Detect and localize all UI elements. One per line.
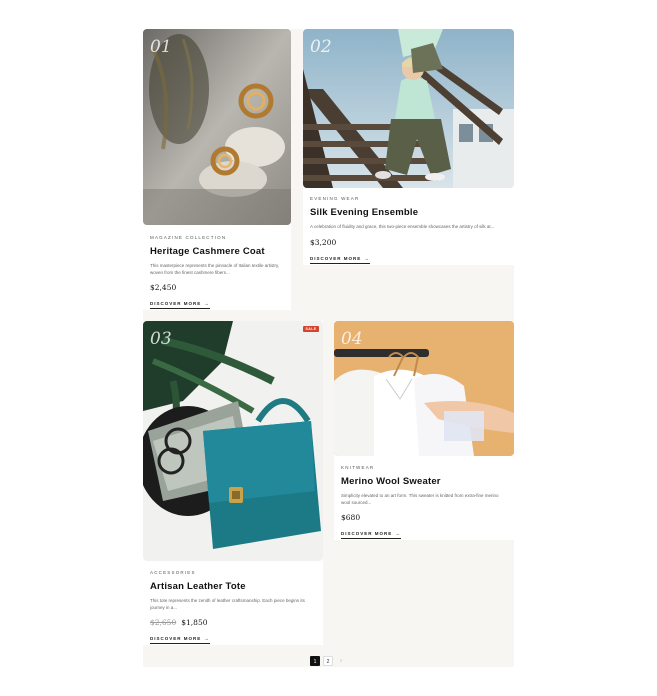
product-image[interactable]: 04 <box>334 321 514 456</box>
product-number: 02 <box>310 37 332 57</box>
arrow-right-icon: → <box>204 301 210 306</box>
product-number: 04 <box>341 329 363 349</box>
arrow-right-icon: → <box>204 636 210 641</box>
page-1-button[interactable]: 1 <box>310 656 320 666</box>
product-description: A celebration of fluidity and grace, thi… <box>310 224 495 229</box>
discover-more-label: Discover More <box>150 301 202 306</box>
product-image[interactable]: 02 <box>303 29 514 188</box>
product-category: Knitwear <box>341 465 375 470</box>
price-current: $680 <box>341 513 361 522</box>
price-original: $2,650 <box>150 618 177 627</box>
product-category: Evening Wear <box>310 196 360 201</box>
product-title[interactable]: Merino Wool Sweater <box>341 476 507 487</box>
product-number: 01 <box>150 37 172 57</box>
discover-more-label: Discover More <box>310 255 362 261</box>
pagination: 1 2 › <box>310 656 346 666</box>
discover-more-link[interactable]: Discover More → <box>150 301 210 309</box>
price-current: $3,200 <box>310 237 337 247</box>
product-price: $680 <box>341 513 507 522</box>
product-description: This masterpiece represents the pinnacle… <box>150 263 280 275</box>
product-image[interactable]: 01 <box>143 29 291 225</box>
product-card[interactable]: 04 Knitwear Merino Wool Sweater Simplici… <box>334 321 514 540</box>
discover-more-label: Discover More <box>341 531 393 536</box>
product-title[interactable]: Silk Evening Ensemble <box>310 207 507 218</box>
product-description: This tote represents the zenith of leath… <box>150 598 305 610</box>
product-category: Accessories <box>150 570 196 575</box>
discover-more-link[interactable]: Discover More → <box>310 256 370 264</box>
product-title[interactable]: Artisan Leather Tote <box>150 581 316 592</box>
product-title[interactable]: Heritage Cashmere Coat <box>150 246 284 257</box>
product-description: Simplicity elevated to an art form. This… <box>341 493 499 505</box>
discover-more-link[interactable]: Discover More → <box>341 531 401 539</box>
sale-badge: SALE <box>303 326 319 332</box>
product-category: Magazine Collection <box>150 235 227 240</box>
chevron-right-icon[interactable]: › <box>336 656 346 666</box>
handbag-photo <box>143 321 323 561</box>
model-photo <box>303 29 514 188</box>
page-2-button[interactable]: 2 <box>323 656 333 666</box>
product-price: $3,200 <box>310 238 507 247</box>
price-current: $2,450 <box>150 283 177 292</box>
product-card[interactable]: 02 Evening Wear Silk Evening Ensemble A … <box>303 29 514 265</box>
discover-more-link[interactable]: Discover More → <box>150 636 210 644</box>
product-image[interactable]: 03 <box>143 321 323 561</box>
discover-more-label: Discover More <box>150 636 202 641</box>
product-card[interactable]: 03 Accessories Artisan Leather Tote This… <box>143 321 323 645</box>
arrow-right-icon: → <box>364 255 370 261</box>
product-price: $2,650 $1,850 <box>150 618 316 627</box>
product-number: 03 <box>150 329 172 349</box>
earrings-photo <box>143 29 291 225</box>
product-price: $2,450 <box>150 283 284 292</box>
product-card[interactable]: 01 Magazine Collection Heritage Cashmere… <box>143 29 291 310</box>
arrow-right-icon: → <box>395 531 401 536</box>
price-sale: $1,850 <box>181 618 208 627</box>
